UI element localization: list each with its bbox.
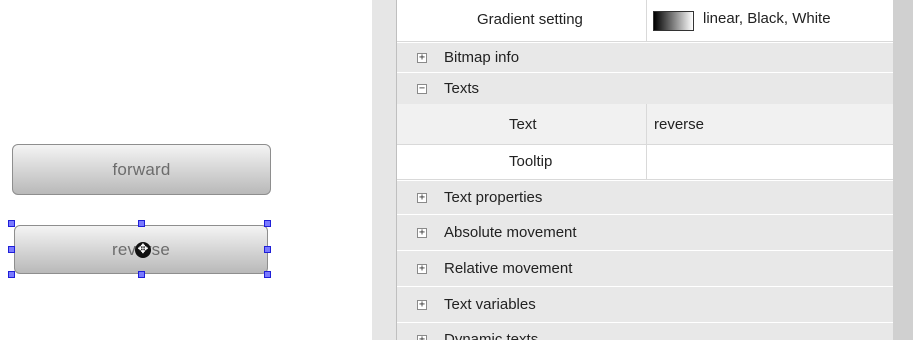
forward-button[interactable]: forward (12, 144, 271, 195)
property-row-text[interactable]: Text reverse (397, 104, 893, 145)
move-cursor-icon: ✥ (135, 242, 151, 258)
grid-left-margin (372, 0, 397, 340)
group-row-texts[interactable]: − Texts (397, 72, 893, 104)
resize-handle-right[interactable] (264, 246, 271, 253)
group-row-absolute-movement[interactable]: + Absolute movement (397, 214, 893, 250)
resize-handle-bottom-left[interactable] (8, 271, 15, 278)
group-row-relative-movement[interactable]: + Relative movement (397, 250, 893, 286)
group-label: Absolute movement (444, 224, 577, 241)
group-label: Text properties (444, 189, 543, 206)
property-name: Tooltip (509, 153, 553, 170)
property-value: linear, Black, White (703, 10, 831, 27)
group-row-dynamic-texts[interactable]: + Dynamic texts (397, 322, 893, 340)
visualization-editor: forward reverse ✥ Gradient setting linea… (0, 0, 913, 340)
expand-icon[interactable]: + (417, 228, 427, 238)
resize-handle-bottom[interactable] (138, 271, 145, 278)
gradient-swatch-icon (653, 11, 694, 31)
resize-handle-top[interactable] (138, 220, 145, 227)
group-label: Texts (444, 80, 480, 97)
expand-icon[interactable]: + (417, 335, 427, 340)
group-label: Text variables (444, 296, 536, 313)
expand-icon[interactable]: + (417, 193, 427, 203)
property-value[interactable]: reverse (654, 116, 704, 133)
property-grid: Gradient setting linear, Black, White + … (372, 0, 913, 340)
resize-handle-top-right[interactable] (264, 220, 271, 227)
property-value-cell[interactable]: reverse (646, 104, 893, 144)
group-row-bitmap-info[interactable]: + Bitmap info (397, 42, 893, 72)
resize-handle-top-left[interactable] (8, 220, 15, 227)
property-value-cell[interactable] (646, 145, 893, 179)
property-value-cell[interactable]: linear, Black, White (646, 0, 893, 41)
group-label: Bitmap info (444, 49, 520, 66)
group-label: Relative movement (444, 260, 573, 277)
resize-handle-left[interactable] (8, 246, 15, 253)
design-canvas[interactable]: forward reverse ✥ (0, 0, 372, 340)
property-name: Text (509, 116, 537, 133)
grid-right-edge (893, 0, 913, 340)
expand-icon[interactable]: + (417, 300, 427, 310)
property-row-gradient-setting[interactable]: Gradient setting linear, Black, White (397, 0, 893, 42)
resize-handle-bottom-right[interactable] (264, 271, 271, 278)
group-row-text-properties[interactable]: + Text properties (397, 180, 893, 214)
collapse-icon[interactable]: − (417, 84, 427, 94)
property-name: Gradient setting (477, 11, 583, 28)
property-row-tooltip[interactable]: Tooltip (397, 145, 893, 180)
expand-icon[interactable]: + (417, 264, 427, 274)
expand-icon[interactable]: + (417, 53, 427, 63)
group-row-text-variables[interactable]: + Text variables (397, 286, 893, 322)
group-label: Dynamic texts (444, 331, 539, 340)
